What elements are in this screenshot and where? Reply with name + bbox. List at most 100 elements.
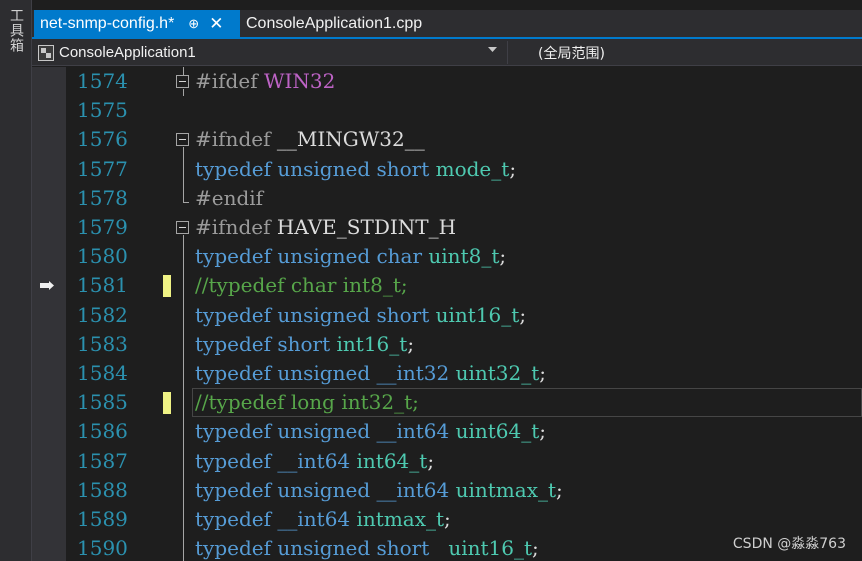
code-text: #ifdef WIN32 <box>195 67 335 96</box>
watermark: CSDN @淼淼763 <box>732 536 846 552</box>
code-token: uint32_t <box>455 361 540 385</box>
code-token: #endif <box>195 185 264 210</box>
code-token: //typedef char int8_t; <box>195 273 408 298</box>
change-marker <box>163 392 171 415</box>
code-line[interactable]: 1583 typedef short int16_t; <box>32 330 862 359</box>
tab-label: ConsoleApplication1.cpp <box>246 15 423 32</box>
code-text: #ifndef HAVE_STDINT_H <box>195 213 456 242</box>
collapse-icon[interactable] <box>176 221 189 234</box>
code-token: ; <box>539 361 547 385</box>
code-token: mode_t <box>435 156 510 181</box>
code-token: #ifdef <box>195 69 264 93</box>
code-text: typedef unsigned short uint16_t; <box>195 534 539 561</box>
code-token: intmax_t <box>356 507 445 531</box>
line-number: 1577 <box>77 156 128 181</box>
code-token: WIN32 <box>263 69 336 93</box>
code-token: uint64_t <box>455 419 540 444</box>
code-line[interactable]: 1582 typedef unsigned short uint16_t; <box>32 301 862 330</box>
project-name: ConsoleApplication1 <box>59 44 196 61</box>
code-token: ; <box>509 156 517 181</box>
code-token: uint8_t <box>428 244 500 269</box>
code-token: ; <box>444 507 451 531</box>
code-text: //typedef char int8_t; <box>195 271 408 300</box>
code-line[interactable]: 1586 typedef unsigned __int64 uint64_t; <box>32 417 862 446</box>
line-number: 1578 <box>77 185 128 210</box>
scope-dropdown[interactable]: (全局范围) <box>512 41 862 64</box>
outline-guide <box>183 147 184 202</box>
code-token: typedef unsigned __int32 <box>195 361 456 385</box>
code-token: typedef short <box>195 331 337 356</box>
code-token: typedef __int64 <box>195 507 357 531</box>
code-editor[interactable]: 1574 #ifdef WIN32 1575 1576 #ifndef __MINGW3… <box>32 67 862 561</box>
collapse-icon[interactable] <box>176 133 189 147</box>
code-text: typedef unsigned __int64 uintmax_t; <box>195 476 563 505</box>
code-text: #endif <box>195 184 263 213</box>
code-token: //typedef long int32_t; <box>195 390 419 415</box>
line-number: 1574 <box>77 69 128 93</box>
code-line[interactable]: 1574 #ifdef WIN32 <box>32 67 862 96</box>
collapse-icon[interactable] <box>176 75 189 88</box>
code-line[interactable]: 1581 //typedef char int8_t; <box>32 271 862 300</box>
line-number: 1589 <box>77 507 128 531</box>
tab-consoleapplication1-cpp[interactable]: ConsoleApplication1.cpp <box>240 10 428 38</box>
code-line[interactable]: 1580 typedef unsigned char uint8_t; <box>32 242 862 271</box>
code-token: ; <box>407 331 415 356</box>
line-number: 1581 <box>77 273 128 298</box>
code-line[interactable]: 1587 typedef __int64 int64_t; <box>32 447 862 476</box>
code-token: typedef unsigned __int64 <box>195 477 456 502</box>
line-number: 1585 <box>77 390 128 415</box>
code-text: typedef unsigned __int32 uint32_t; <box>195 359 546 388</box>
line-number: 1575 <box>77 98 128 123</box>
outline-guide <box>183 235 184 561</box>
line-number: 1587 <box>77 448 128 473</box>
line-number: 1579 <box>77 215 128 239</box>
code-token: ; <box>519 302 527 327</box>
code-token: typedef __int64 <box>195 448 357 473</box>
line-number: 1588 <box>77 477 128 502</box>
code-line[interactable]: 1584 typedef unsigned __int32 uint32_t; <box>32 359 862 388</box>
code-text: typedef unsigned char uint8_t; <box>195 242 506 271</box>
line-number: 1590 <box>77 536 128 561</box>
code-line[interactable]: 1577 typedef unsigned short mode_t; <box>32 155 862 184</box>
code-line[interactable]: 1578 #endif <box>32 184 862 213</box>
tab-net-snmp-config[interactable]: net-snmp-config.h* ⊕ ✕ <box>34 10 240 38</box>
code-token: ; <box>539 419 547 444</box>
code-line[interactable]: 1585 //typedef long int32_t; <box>32 388 862 418</box>
code-token: ; <box>556 477 563 502</box>
navigation-bar: ConsoleApplication1 (全局范围) <box>32 39 862 66</box>
code-token: int16_t <box>336 331 408 356</box>
code-token: typedef unsigned short <box>195 302 436 327</box>
code-token: typedef unsigned char <box>195 244 429 269</box>
code-token: uintmax_t <box>455 477 557 502</box>
line-number: 1586 <box>77 419 128 444</box>
line-number: 1580 <box>77 244 128 269</box>
tab-bar: net-snmp-config.h* ⊕ ✕ ConsoleApplicatio… <box>32 10 862 38</box>
code-token: int64_t <box>356 448 428 473</box>
toolbox-label[interactable]: 工具箱 <box>6 8 26 53</box>
chevron-down-icon[interactable] <box>488 47 497 53</box>
close-icon[interactable]: ✕ <box>209 14 223 34</box>
code-token: ; <box>532 536 539 561</box>
code-text: #ifndef __MINGW32__ <box>195 125 425 154</box>
scope-name: (全局范围) <box>538 45 605 62</box>
code-token: typedef unsigned short <box>195 156 436 181</box>
code-token: HAVE_STDINT_H <box>276 215 457 239</box>
line-number: 1582 <box>77 302 128 327</box>
code-token: __MINGW32__ <box>276 127 425 152</box>
code-token: ; <box>499 244 507 269</box>
code-text: typedef unsigned short uint16_t; <box>195 301 526 330</box>
outline-guide <box>183 89 184 97</box>
line-number: 1576 <box>77 127 128 152</box>
code-line[interactable]: 1576 #ifndef __MINGW32__ <box>32 125 862 154</box>
line-number: 1584 <box>77 361 128 385</box>
project-dropdown[interactable]: ConsoleApplication1 <box>38 41 508 64</box>
toolbox-strip[interactable]: 工具箱 <box>0 0 32 561</box>
code-token: ; <box>427 448 435 473</box>
code-line[interactable]: 1575 <box>32 96 862 125</box>
pin-icon[interactable]: ⊕ <box>188 16 199 32</box>
code-text: typedef unsigned __int64 uint64_t; <box>195 417 546 446</box>
code-line[interactable]: 1579 #ifndef HAVE_STDINT_H <box>32 213 862 242</box>
code-line[interactable]: 1589 typedef __int64 intmax_t; <box>32 505 862 534</box>
change-marker <box>163 275 171 298</box>
code-line[interactable]: 1588 typedef unsigned __int64 uintmax_t; <box>32 476 862 505</box>
